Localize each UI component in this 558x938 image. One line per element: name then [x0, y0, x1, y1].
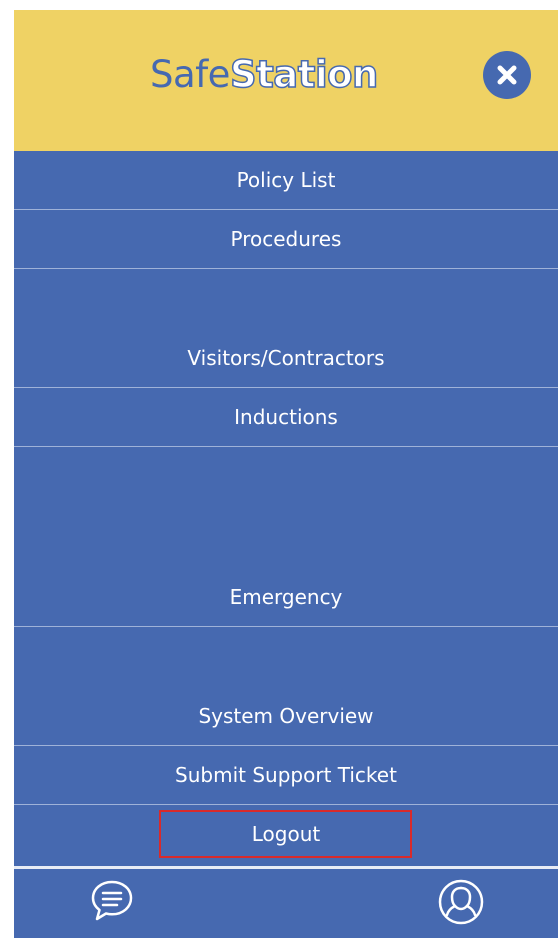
menu-item-label: Emergency: [229, 585, 343, 609]
menu-item-label: Procedures: [230, 227, 342, 251]
menu-item-label: Inductions: [234, 405, 338, 429]
bottom-nav-bar: [14, 869, 558, 938]
app-logo: SafeStation: [150, 50, 379, 100]
menu-item-label: System Overview: [198, 704, 374, 728]
close-button[interactable]: [483, 51, 531, 99]
menu-item-procedures[interactable]: Procedures: [14, 210, 558, 269]
logo-safe-text: Safe: [150, 53, 230, 96]
menu-item-label: Visitors/Contractors: [187, 346, 385, 370]
logo-station-text: Station: [229, 52, 379, 97]
logout-highlight-box: [159, 810, 412, 858]
menu-item-system-overview[interactable]: System Overview: [14, 627, 558, 746]
profile-icon[interactable]: [437, 878, 485, 930]
header: SafeStation: [14, 10, 558, 151]
menu-item-policy-list[interactable]: Policy List: [14, 151, 558, 210]
chat-icon[interactable]: [89, 878, 135, 928]
menu-item-emergency[interactable]: Emergency: [14, 447, 558, 627]
menu-item-inductions[interactable]: Inductions: [14, 388, 558, 447]
close-icon: [497, 65, 517, 85]
menu-item-label: Policy List: [236, 168, 336, 192]
menu-item-submit-support-ticket[interactable]: Submit Support Ticket: [14, 746, 558, 805]
menu-item-label: Submit Support Ticket: [175, 763, 397, 787]
menu-item-visitors-contractors[interactable]: Visitors/Contractors: [14, 269, 558, 388]
menu-panel: SafeStation Policy List Procedures Visit…: [14, 10, 558, 938]
